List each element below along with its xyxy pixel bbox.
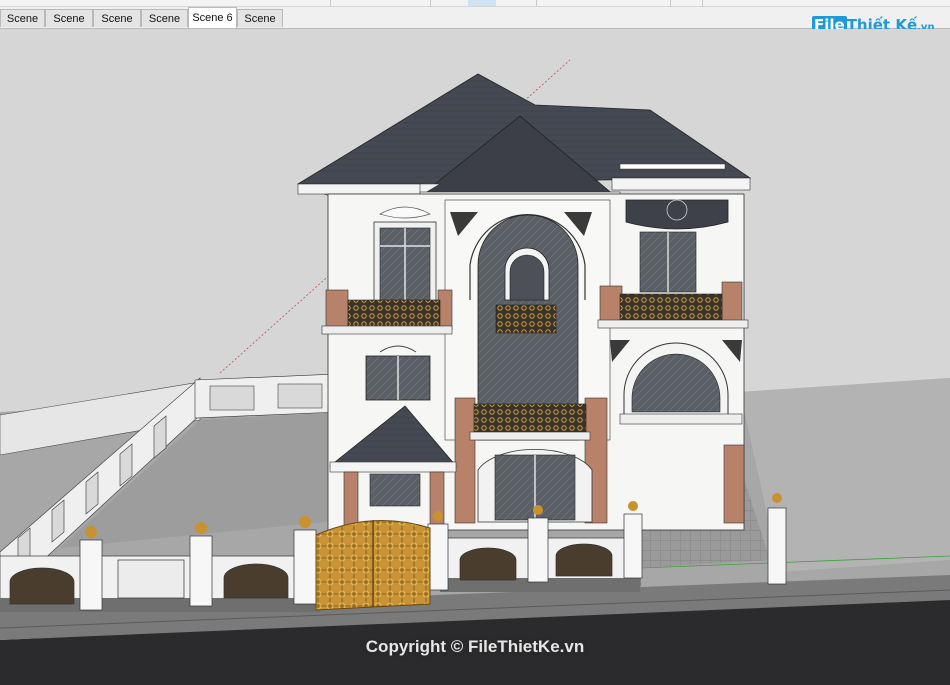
- right-balcony-railing: [619, 293, 723, 321]
- toolbar-separator: [330, 0, 331, 6]
- villa-3d-model-render: [0, 29, 950, 685]
- tab-scene-3[interactable]: Scene 3: [93, 9, 141, 43]
- left-balcony-railing: [347, 299, 441, 329]
- copyright-watermark: Copyright © FileThietKe.vn: [365, 637, 585, 656]
- toolbar-separator: [536, 0, 537, 6]
- tab-scene-1[interactable]: Scene 1: [0, 9, 45, 43]
- toolbar-separator: [702, 0, 703, 6]
- toolbar-active-tool-button[interactable]: [468, 0, 496, 6]
- tab-scene-4[interactable]: Scene 4: [237, 9, 283, 43]
- 3d-model-viewport[interactable]: [0, 29, 950, 685]
- center-balcony-railing: [473, 403, 587, 433]
- toolbar-separator: [670, 0, 671, 6]
- toolbar-separator: [430, 0, 431, 6]
- scene-tab-bar: Scene 1 Scene 2 Scene 3 Scene 5 Scene 6 …: [0, 7, 950, 43]
- tab-scene-2[interactable]: Scene 2: [45, 9, 93, 43]
- tab-scene-5[interactable]: Scene 5: [141, 9, 188, 43]
- tab-scene-6[interactable]: Scene 6: [188, 7, 237, 28]
- toolbar: [0, 0, 950, 7]
